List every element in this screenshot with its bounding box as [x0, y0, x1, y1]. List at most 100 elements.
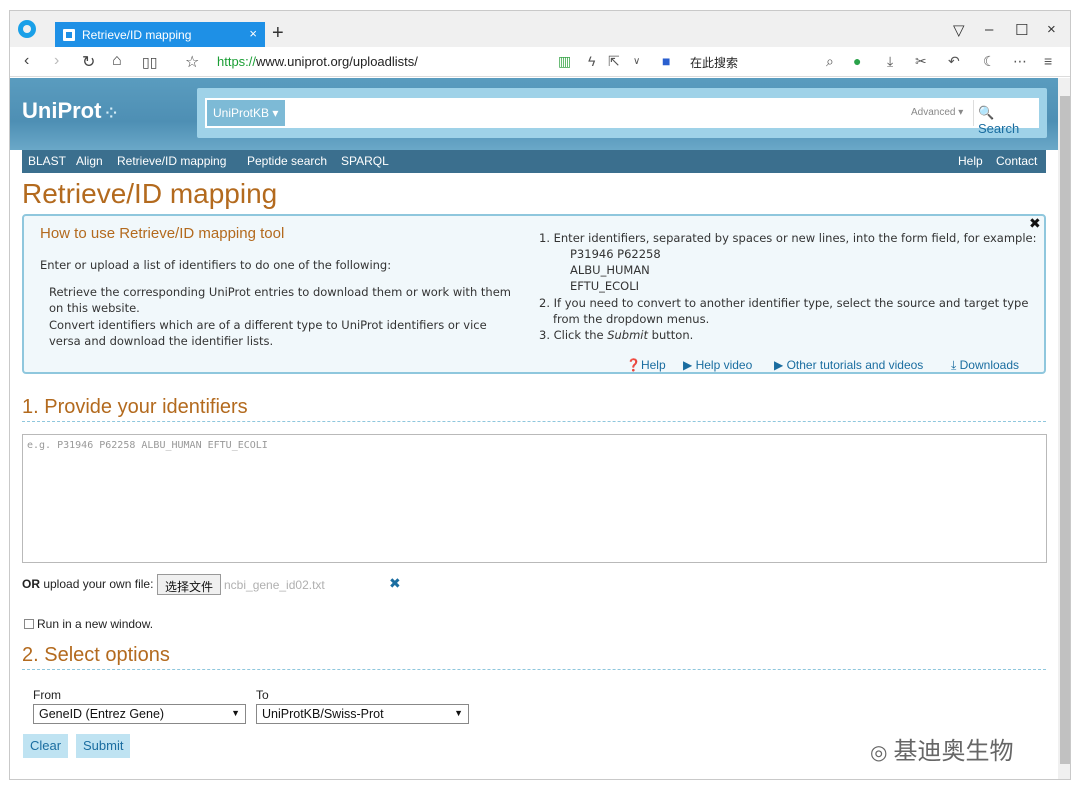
menu-sparql[interactable]: SPARQL — [341, 154, 389, 168]
upload-label: OR upload your own file: — [22, 577, 153, 591]
menu-contact[interactable]: Contact — [996, 154, 1037, 168]
home-icon[interactable]: ⌂ — [112, 52, 122, 70]
uniprot-logo[interactable]: UniProt ⁘ — [22, 98, 117, 124]
database-select[interactable]: UniProtKB ▾ — [207, 100, 285, 126]
downloads-link[interactable]: ⤓ Downloads — [951, 358, 1019, 373]
from-select-value: GeneID (Entrez Gene) — [39, 707, 165, 721]
download-icon[interactable]: ⤓ — [887, 53, 893, 70]
info-example3: EFTU_ECOLI — [570, 279, 640, 293]
tab-title: Retrieve/ID mapping — [82, 27, 192, 42]
new-window-label: Run in a new window. — [37, 617, 154, 631]
how-to-info-box: How to use Retrieve/ID mapping tool ✖ En… — [22, 214, 1046, 374]
more-icon[interactable]: ⋯ — [1013, 53, 1027, 70]
tutorials-label: Other tutorials and videos — [786, 358, 924, 372]
forward-icon[interactable]: › — [54, 52, 59, 70]
minimize-button[interactable]: – — [985, 21, 993, 38]
scrollbar-thumb[interactable] — [1060, 96, 1070, 764]
search-inner: UniProtKB ▾ Advanced ▾ 🔍 Search — [205, 98, 1039, 136]
video-icon: ▶ — [683, 358, 696, 372]
search-icon[interactable]: ⌕ — [826, 53, 834, 70]
info-step3-a: 3. Click the — [539, 328, 608, 342]
help-circle-icon: ❓ — [626, 358, 641, 372]
undo-icon[interactable]: ↶ — [948, 53, 960, 70]
back-icon[interactable]: ‹ — [24, 52, 29, 70]
info-step3-submit: Submit — [607, 328, 649, 342]
info-example2: ALBU_HUMAN — [570, 263, 650, 277]
help-link[interactable]: ❓Help — [626, 358, 666, 372]
page-title: Retrieve/ID mapping — [22, 178, 278, 209]
chevron-down-icon[interactable]: ∨ — [633, 56, 640, 67]
info-step1: 1. Enter identifiers, separated by space… — [539, 231, 1037, 245]
reading-mode-icon[interactable]: ▯▯ — [142, 54, 157, 71]
watermark: ◎ 基迪奥生物 — [870, 731, 1013, 766]
info-intro: Enter or upload a list of identifiers to… — [40, 258, 392, 272]
page-favicon-icon — [63, 28, 75, 41]
advanced-search-link[interactable]: Advanced ▾ — [911, 107, 963, 118]
address-bar: ‹ › ↻ ⌂ ▯▯ ☆ https://www.uniprot.org/upl… — [10, 47, 1070, 77]
from-label: From — [33, 688, 61, 702]
extension-icon[interactable]: ● — [853, 53, 861, 69]
uniprot-header: UniProt ⁘ UniProtKB ▾ Advanced ▾ 🔍 Searc… — [10, 78, 1058, 150]
menu-peptide-search[interactable]: Peptide search — [247, 154, 327, 168]
browser-window: Retrieve/ID mapping × + ▽ – ☐ × ‹ › ↻ ⌂ … — [9, 10, 1071, 780]
to-select-value: UniProtKB/Swiss-Prot — [262, 707, 384, 721]
video-icon: ▶ — [774, 358, 787, 372]
tab-close-icon[interactable]: × — [249, 26, 257, 41]
dropdown-arrow-icon: ▼ — [454, 708, 463, 718]
from-select[interactable]: GeneID (Entrez Gene) ▼ — [33, 704, 246, 724]
reload-icon[interactable]: ↻ — [82, 52, 95, 72]
section-select-options: 2. Select options — [22, 644, 1046, 670]
bookmark-star-icon[interactable]: ☆ — [185, 52, 199, 72]
upload-or: OR — [22, 577, 40, 591]
to-select[interactable]: UniProtKB/Swiss-Prot ▼ — [256, 704, 469, 724]
submit-button[interactable]: Submit — [76, 734, 131, 758]
tab-retrieve-id-mapping[interactable]: Retrieve/ID mapping × — [55, 22, 265, 47]
clear-file-icon[interactable]: ✖ — [389, 575, 401, 592]
share-icon[interactable]: ⇱ — [608, 53, 620, 70]
close-icon[interactable]: ✖ — [1029, 215, 1043, 231]
reader-icon[interactable]: ▥ — [558, 53, 571, 70]
menu-retrieve-id-mapping[interactable]: Retrieve/ID mapping — [117, 154, 226, 168]
scissors-icon[interactable]: ✂ — [915, 53, 927, 70]
menu-align[interactable]: Align — [76, 154, 103, 168]
info-bullet-retrieve: Retrieve the corresponding UniProt entri… — [49, 285, 511, 315]
info-step3-c: button. — [648, 328, 694, 342]
browser-logo-icon[interactable] — [18, 20, 36, 38]
identifiers-placeholder: e.g. P31946 P62258 ALBU_HUMAN EFTU_ECOLI — [27, 440, 268, 451]
help-video-label: Help video — [695, 358, 753, 372]
watermark-text: 基迪奥生物 — [893, 738, 1014, 765]
menu-blast[interactable]: BLAST — [28, 154, 66, 168]
help-video-link[interactable]: ▶ Help video — [683, 358, 752, 372]
search-button[interactable]: 🔍 Search — [973, 100, 1037, 136]
uniprot-menubar: BLAST Align Retrieve/ID mapping Peptide … — [22, 150, 1046, 173]
upload-label-text: upload your own file: — [40, 577, 154, 591]
tab-menu-icon[interactable]: ▽ — [953, 21, 965, 39]
selected-file-name: ncbi_gene_id02.txt — [224, 578, 325, 592]
search-engine-icon[interactable]: ■ — [662, 53, 670, 69]
identifiers-textarea[interactable]: e.g. P31946 P62258 ALBU_HUMAN EFTU_ECOLI — [22, 434, 1047, 563]
clear-button[interactable]: Clear — [23, 734, 69, 758]
menu-help[interactable]: Help — [958, 154, 983, 168]
close-window-button[interactable]: × — [1047, 21, 1056, 38]
section-provide-identifiers: 1. Provide your identifiers — [22, 396, 1046, 422]
to-label: To — [256, 688, 269, 702]
maximize-button[interactable]: ☐ — [1015, 21, 1028, 39]
tutorials-link[interactable]: ▶ Other tutorials and videos — [774, 358, 923, 372]
tab-bar: Retrieve/ID mapping × + ▽ – ☐ × — [10, 11, 1070, 47]
info-step3: 3. Click the Submit button. — [539, 327, 693, 343]
wechat-icon: ◎ — [870, 742, 888, 765]
choose-file-button[interactable]: 选择文件 — [157, 574, 221, 595]
url-field[interactable]: https://www.uniprot.org/uploadlists/ — [217, 54, 418, 69]
info-step2-cont: from the dropdown menus. — [553, 312, 710, 326]
menu-icon[interactable]: ≡ — [1044, 53, 1052, 69]
lightning-icon[interactable]: ϟ — [588, 53, 595, 69]
page-scrollbar[interactable] — [1058, 78, 1070, 779]
night-mode-icon[interactable]: ☾ — [983, 53, 996, 70]
download-icon: ⤓ — [951, 358, 960, 372]
new-tab-button[interactable]: + — [272, 23, 284, 43]
new-window-checkbox[interactable] — [24, 619, 34, 629]
logo-dots-icon: ⁘ — [101, 105, 118, 121]
url-scheme: https:// — [217, 54, 257, 69]
browser-search-input[interactable]: 在此搜索 — [690, 54, 738, 71]
dropdown-arrow-icon: ▼ — [231, 708, 240, 718]
